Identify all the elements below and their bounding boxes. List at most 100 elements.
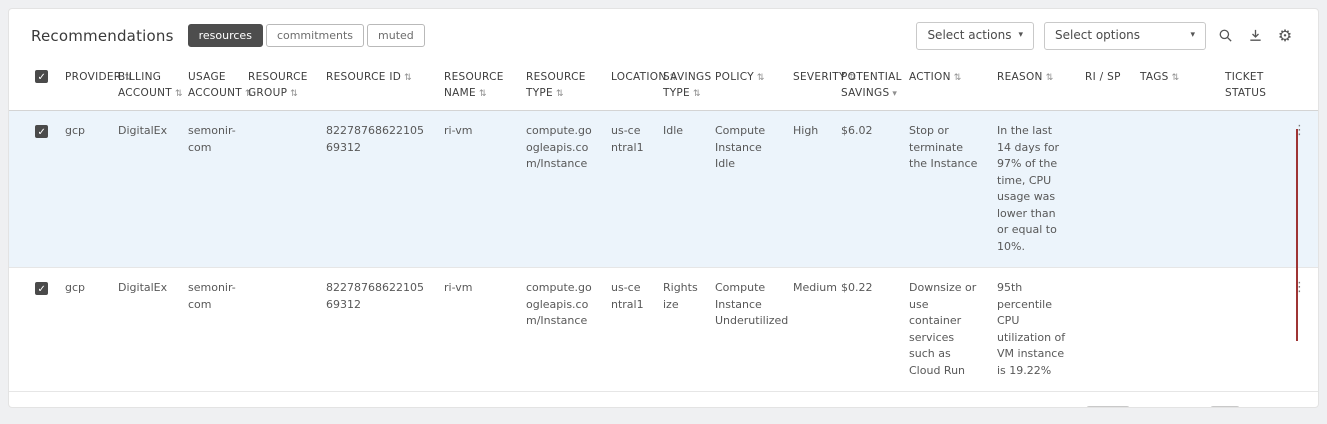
tab-resources[interactable]: resources bbox=[188, 24, 263, 47]
select-options-label: Select options bbox=[1055, 28, 1140, 44]
cell-ticket-status bbox=[1217, 268, 1285, 392]
cell-location: us-central1 bbox=[603, 268, 655, 392]
table-row[interactable]: gcp DigitalEx semonir-com 82278768622105… bbox=[9, 268, 1318, 392]
cell-tags bbox=[1132, 268, 1217, 392]
column-header-billing-account[interactable]: BILLING ACCOUNT⇅ bbox=[110, 59, 180, 111]
cell-billing-account: DigitalEx bbox=[110, 111, 180, 268]
column-header-resource-group[interactable]: RESOURCE GROUP⇅ bbox=[240, 59, 318, 111]
tab-muted[interactable]: muted bbox=[367, 24, 425, 47]
settings-icon[interactable]: ⚙ bbox=[1274, 25, 1296, 47]
column-header-ticket-status[interactable]: TICKET STATUS bbox=[1217, 59, 1285, 111]
column-label: PROVIDER bbox=[65, 71, 121, 83]
sort-icon: ⇅ bbox=[175, 89, 183, 99]
cell-resource-group bbox=[240, 268, 318, 392]
current-page-indicator[interactable]: 1 bbox=[1210, 406, 1240, 408]
column-label: TICKET STATUS bbox=[1225, 71, 1266, 100]
row-menu-icon[interactable]: ⋮ bbox=[1293, 280, 1306, 295]
cell-resource-name: ri-vm bbox=[436, 111, 518, 268]
cell-menu: ⋮ bbox=[1285, 111, 1318, 268]
row-checkbox[interactable] bbox=[35, 282, 48, 295]
cell-location: us-central1 bbox=[603, 111, 655, 268]
next-page-button[interactable] bbox=[1246, 405, 1268, 408]
column-header-resource-name[interactable]: RESOURCE NAME⇅ bbox=[436, 59, 518, 111]
cell-usage-account: semonir-com bbox=[180, 111, 240, 268]
column-header-reason[interactable]: REASON⇅ bbox=[989, 59, 1077, 111]
column-label: USAGE ACCOUNT bbox=[188, 71, 242, 100]
cell-severity: High bbox=[785, 111, 833, 268]
column-header-severity[interactable]: SEVERITY⇅ bbox=[785, 59, 833, 111]
rows-per-page-select[interactable]: 10 ▾ bbox=[1086, 406, 1130, 408]
column-header-resource-id[interactable]: RESOURCE ID⇅ bbox=[318, 59, 436, 111]
table-footer: 2 selected / 2 item(s) Rows: 10 ▾ 1 bbox=[9, 392, 1318, 408]
table-scrollbar[interactable] bbox=[1296, 129, 1298, 341]
column-header-resource-type[interactable]: RESOURCE TYPE⇅ bbox=[518, 59, 603, 111]
recommendations-table: PROVIDER⇅ BILLING ACCOUNT⇅ USAGE ACCOUNT… bbox=[9, 59, 1318, 393]
cell-provider: gcp bbox=[57, 111, 110, 268]
column-header-location[interactable]: LOCATION⇅ bbox=[603, 59, 655, 111]
sort-icon: ⇅ bbox=[1172, 73, 1180, 83]
cell-usage-account: semonir-com bbox=[180, 268, 240, 392]
pager: 1 bbox=[1154, 405, 1296, 408]
chevron-down-icon: ▾ bbox=[1190, 30, 1195, 42]
previous-page-button[interactable] bbox=[1182, 405, 1204, 408]
column-label: SEVERITY bbox=[793, 71, 846, 83]
cell-resource-type: compute.googleapis.com/Instance bbox=[518, 268, 603, 392]
column-label: ACTION bbox=[909, 71, 951, 83]
cell-savings-type: Idle bbox=[655, 111, 707, 268]
column-header-menu bbox=[1285, 59, 1318, 111]
table-row[interactable]: gcp DigitalEx semonir-com 82278768622105… bbox=[9, 111, 1318, 268]
cell-resource-group bbox=[240, 111, 318, 268]
cell-potential-savings: $0.22 bbox=[833, 268, 901, 392]
cell-resource-id: 8227876862210569312 bbox=[318, 111, 436, 268]
chevron-down-icon: ▾ bbox=[1018, 30, 1023, 42]
column-header-tags[interactable]: TAGS⇅ bbox=[1132, 59, 1217, 111]
table-header-row: PROVIDER⇅ BILLING ACCOUNT⇅ USAGE ACCOUNT… bbox=[9, 59, 1318, 111]
column-label: BILLING ACCOUNT bbox=[118, 71, 172, 100]
column-header-action[interactable]: ACTION⇅ bbox=[901, 59, 989, 111]
column-label: TAGS bbox=[1140, 71, 1169, 83]
column-header-potential-savings[interactable]: POTENTIAL SAVINGS▾ bbox=[833, 59, 901, 111]
cell-resource-name: ri-vm bbox=[436, 268, 518, 392]
tab-commitments[interactable]: commitments bbox=[266, 24, 364, 47]
download-icon[interactable] bbox=[1244, 25, 1266, 47]
column-label: RESOURCE GROUP bbox=[248, 71, 308, 100]
sort-icon: ⇅ bbox=[757, 73, 765, 83]
select-options-dropdown[interactable]: Select options ▾ bbox=[1044, 22, 1206, 50]
pagination-controls: Rows: 10 ▾ 1 bbox=[1044, 405, 1296, 408]
sort-icon: ⇅ bbox=[479, 89, 487, 99]
cell-policy: Compute Instance Underutilized bbox=[707, 268, 785, 392]
cell-savings-type: Rightsize bbox=[655, 268, 707, 392]
cell-tags bbox=[1132, 111, 1217, 268]
cell-severity: Medium bbox=[785, 268, 833, 392]
sort-icon: ⇅ bbox=[290, 89, 298, 99]
column-header-savings-type[interactable]: SAVINGS TYPE⇅ bbox=[655, 59, 707, 111]
column-header-ri-sp[interactable]: RI / SP bbox=[1077, 59, 1132, 111]
row-menu-icon[interactable]: ⋮ bbox=[1293, 123, 1306, 138]
select-all-header-cell bbox=[9, 59, 57, 111]
sort-icon: ⇅ bbox=[954, 73, 962, 83]
last-page-button[interactable] bbox=[1274, 405, 1296, 408]
cell-resource-id: 8227876862210569312 bbox=[318, 268, 436, 392]
search-icon[interactable] bbox=[1214, 25, 1236, 47]
cell-policy: Compute Instance Idle bbox=[707, 111, 785, 268]
column-label: RESOURCE NAME bbox=[444, 71, 504, 100]
row-checkbox[interactable] bbox=[35, 125, 48, 138]
sort-icon: ⇅ bbox=[693, 89, 701, 99]
first-page-button[interactable] bbox=[1154, 405, 1176, 408]
cell-action: Downsize or use container services such … bbox=[901, 268, 989, 392]
toolbar: Recommendations resources commitments mu… bbox=[9, 9, 1318, 59]
select-actions-button[interactable]: Select actions ▾ bbox=[916, 22, 1034, 50]
column-label: LOCATION bbox=[611, 71, 666, 83]
cell-reason: 95th percentile CPU utilization of VM in… bbox=[989, 268, 1077, 392]
column-header-policy[interactable]: POLICY⇅ bbox=[707, 59, 785, 111]
page-title: Recommendations bbox=[31, 27, 174, 45]
view-tabs: resources commitments muted bbox=[188, 24, 425, 47]
cell-menu: ⋮ bbox=[1285, 268, 1318, 392]
cell-ticket-status bbox=[1217, 111, 1285, 268]
sort-icon: ⇅ bbox=[404, 73, 412, 83]
column-header-provider[interactable]: PROVIDER⇅ bbox=[57, 59, 110, 111]
select-all-checkbox[interactable] bbox=[35, 70, 48, 83]
column-header-usage-account[interactable]: USAGE ACCOUNT⇅ bbox=[180, 59, 240, 111]
sort-icon: ⇅ bbox=[1046, 73, 1054, 83]
cell-select bbox=[9, 111, 57, 268]
